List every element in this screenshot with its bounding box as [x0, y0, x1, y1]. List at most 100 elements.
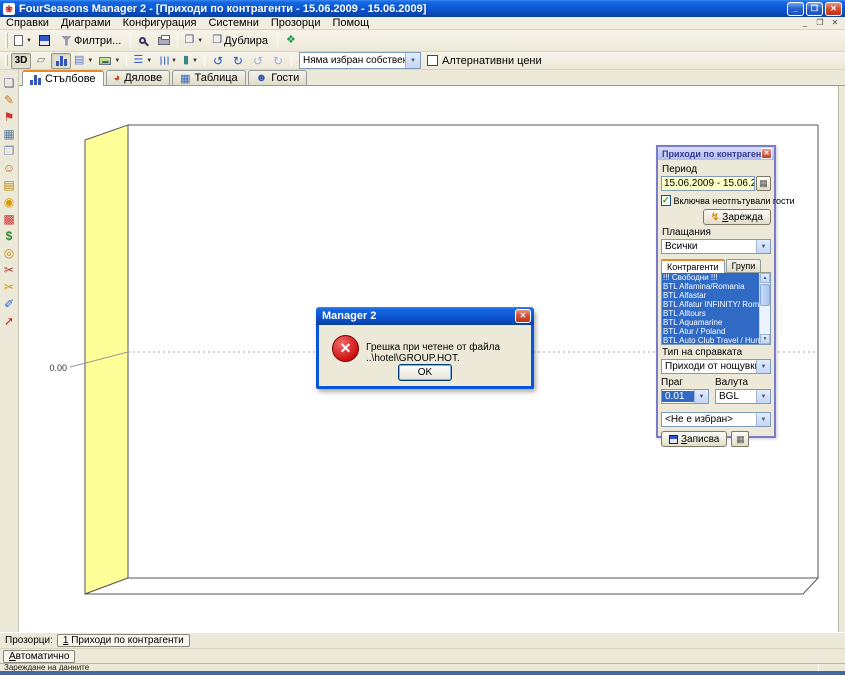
list-item[interactable]: BTL Aquamarine [662, 318, 759, 327]
occupancy-table-icon[interactable]: ▩ [1, 210, 18, 227]
threshold-select[interactable]: 0.01 ▼ [661, 389, 709, 404]
legend-button[interactable]: ▤ ▼ [71, 53, 96, 69]
print-button[interactable] [154, 32, 174, 50]
dialog-title-bar[interactable]: Manager 2 ✕ [316, 307, 534, 325]
list-item[interactable]: BTL Alfastar [662, 291, 759, 300]
rotate-cw-button[interactable]: ↻ [228, 53, 248, 69]
vertical-grid-button[interactable]: ☰ ▼ [155, 53, 180, 69]
scrollbar-thumb[interactable] [760, 284, 770, 306]
template-select[interactable]: <Не е избран> ▼ [661, 412, 771, 427]
combo-arrow-button[interactable]: ▼ [756, 360, 770, 373]
duplicate-button[interactable]: ❐ Дублира [206, 32, 274, 50]
chevron-down-icon[interactable]: ▼ [26, 38, 32, 44]
panel-close-button[interactable]: ✕ [761, 148, 772, 159]
ok-button[interactable]: OK [398, 364, 452, 381]
list-scrollbar[interactable]: ▲ ▼ [759, 273, 770, 344]
cut-coin-icon[interactable]: ✂ [1, 278, 18, 295]
revenue-icon[interactable]: $ [1, 227, 18, 244]
menu-prozorci[interactable]: Прозорци [265, 17, 327, 30]
menu-diagrami[interactable]: Диаграми [55, 17, 117, 30]
include-guests-checkbox[interactable]: ✓ [661, 195, 671, 206]
save-template-button[interactable]: Записва [661, 431, 727, 447]
owner-select[interactable]: Няма избран собственици ▼ [299, 52, 421, 69]
chevron-down-icon[interactable]: ▼ [197, 38, 203, 44]
list-item[interactable]: BTL Alltours [662, 309, 759, 318]
series-bars-button[interactable] [51, 53, 71, 69]
depth-button[interactable]: ▮ ▼ [180, 53, 201, 69]
cut-deny-icon[interactable]: ✂ [1, 261, 18, 278]
right-splitter-strip[interactable] [838, 86, 845, 632]
open-window-button[interactable]: 1 Приходи по контрагенти [57, 634, 190, 647]
list-item[interactable]: BTL Alfamina/Romania [662, 282, 759, 291]
list-item[interactable]: !!! Свободни !!! [662, 273, 759, 282]
new-report-button[interactable]: ▼ [11, 32, 35, 50]
list-item[interactable]: BTL Atur / Poland [662, 327, 759, 336]
calendar-button[interactable]: ▦ [756, 176, 771, 191]
chevron-down-icon[interactable]: ▼ [146, 58, 152, 64]
chevron-down-icon[interactable]: ▼ [87, 58, 93, 64]
automatic-button[interactable]: Автоматично [3, 650, 75, 663]
scroll-down-icon[interactable]: ▼ [760, 334, 770, 344]
currency-select[interactable]: BGL ▼ [715, 389, 771, 404]
cascade-windows-icon[interactable]: ❏ [1, 74, 18, 91]
payments-select[interactable]: Всички ▼ [661, 239, 771, 254]
flag-report-icon[interactable]: ⚑ [1, 108, 18, 125]
combo-arrow-button[interactable]: ▼ [694, 390, 708, 403]
tab-groups[interactable]: Групи [726, 259, 762, 272]
filters-button[interactable]: Филтри... [55, 32, 127, 50]
chevron-down-icon[interactable]: ▼ [192, 58, 198, 64]
list-item[interactable]: BTL Alfatur INFINITY/ Romani [662, 300, 759, 309]
calendar-icon[interactable]: ▦ [1, 125, 18, 142]
menu-sistemni[interactable]: Системни [202, 17, 264, 30]
payments-icon[interactable]: ◎ [1, 244, 18, 261]
edit-report-icon[interactable]: ✎ [1, 91, 18, 108]
tab-guests[interactable]: ☻ Гости [248, 70, 308, 85]
print-preview-button[interactable] [134, 32, 154, 50]
horizontal-grid-button[interactable]: ☰ ▼ [130, 53, 155, 69]
tab-contractors[interactable]: Контрагенти [661, 259, 725, 273]
menu-pomosht[interactable]: Помощ [326, 17, 375, 30]
coins-icon[interactable]: ◉ [1, 193, 18, 210]
restore-button[interactable]: ❐ [806, 2, 823, 16]
scroll-up-icon[interactable]: ▲ [760, 273, 770, 283]
save-button[interactable] [35, 32, 55, 50]
combo-arrow-button[interactable]: ▼ [756, 390, 770, 403]
marks-button[interactable]: ▬ ▼ [96, 53, 123, 69]
folder-report-icon[interactable]: ▤ [1, 176, 18, 193]
3d-toggle-button[interactable]: 3D [11, 53, 31, 69]
combo-arrow-button[interactable]: ▼ [756, 240, 770, 253]
chart-shape-button[interactable]: ▱ [31, 53, 51, 69]
tab-shares[interactable]: ◕ Дялове [106, 70, 171, 85]
toolbar-grip[interactable] [5, 33, 8, 48]
panel-title-bar[interactable]: Приходи по контрагенти ✕ [658, 147, 774, 160]
dialog-close-button[interactable]: ✕ [515, 309, 531, 323]
list-item[interactable]: BTL Auto Club Travel / Hunga [662, 336, 759, 344]
tab-columns[interactable]: Стълбове [22, 70, 104, 86]
report-type-select[interactable]: Приходи от нощувки ▼ [661, 359, 771, 374]
menu-spravki[interactable]: Справки [0, 17, 55, 30]
guests-report-icon[interactable]: ☺ [1, 159, 18, 176]
load-button[interactable]: ↯ Зарежда [703, 209, 771, 225]
menu-konfiguracia[interactable]: Конфигурация [117, 17, 203, 30]
rotate-ccw-button[interactable]: ↺ [208, 53, 228, 69]
mdi-close-button[interactable]: ✕ [829, 17, 841, 29]
chevron-down-icon[interactable]: ▼ [171, 58, 177, 64]
combo-arrow-button[interactable]: ▼ [405, 53, 420, 68]
chevron-down-icon[interactable]: ▼ [114, 58, 120, 64]
mdi-minimize-button[interactable]: _ [799, 17, 811, 29]
template-grid-button[interactable]: ▦ [731, 431, 749, 447]
tab-table[interactable]: ▦ Таблица [172, 70, 246, 85]
mdi-restore-button[interactable]: ❐ [814, 17, 826, 29]
export-button[interactable]: ❖ [281, 32, 301, 50]
minimize-button[interactable]: _ [787, 2, 804, 16]
combo-arrow-button[interactable]: ▼ [756, 413, 770, 426]
note-icon[interactable]: ✐ [1, 295, 18, 312]
copy-button[interactable]: ❐ ▼ [181, 32, 206, 50]
close-button[interactable]: ✕ [825, 2, 842, 16]
toolbar-grip[interactable] [5, 55, 8, 67]
growth-icon[interactable]: ➚ [1, 312, 18, 329]
alt-prices-checkbox[interactable] [427, 55, 438, 66]
copy-windows-icon[interactable]: ❐ [1, 142, 18, 159]
dialog-title: Manager 2 [322, 310, 515, 322]
period-field[interactable]: 15.06.2009 - 15.06.2009 [661, 176, 755, 191]
